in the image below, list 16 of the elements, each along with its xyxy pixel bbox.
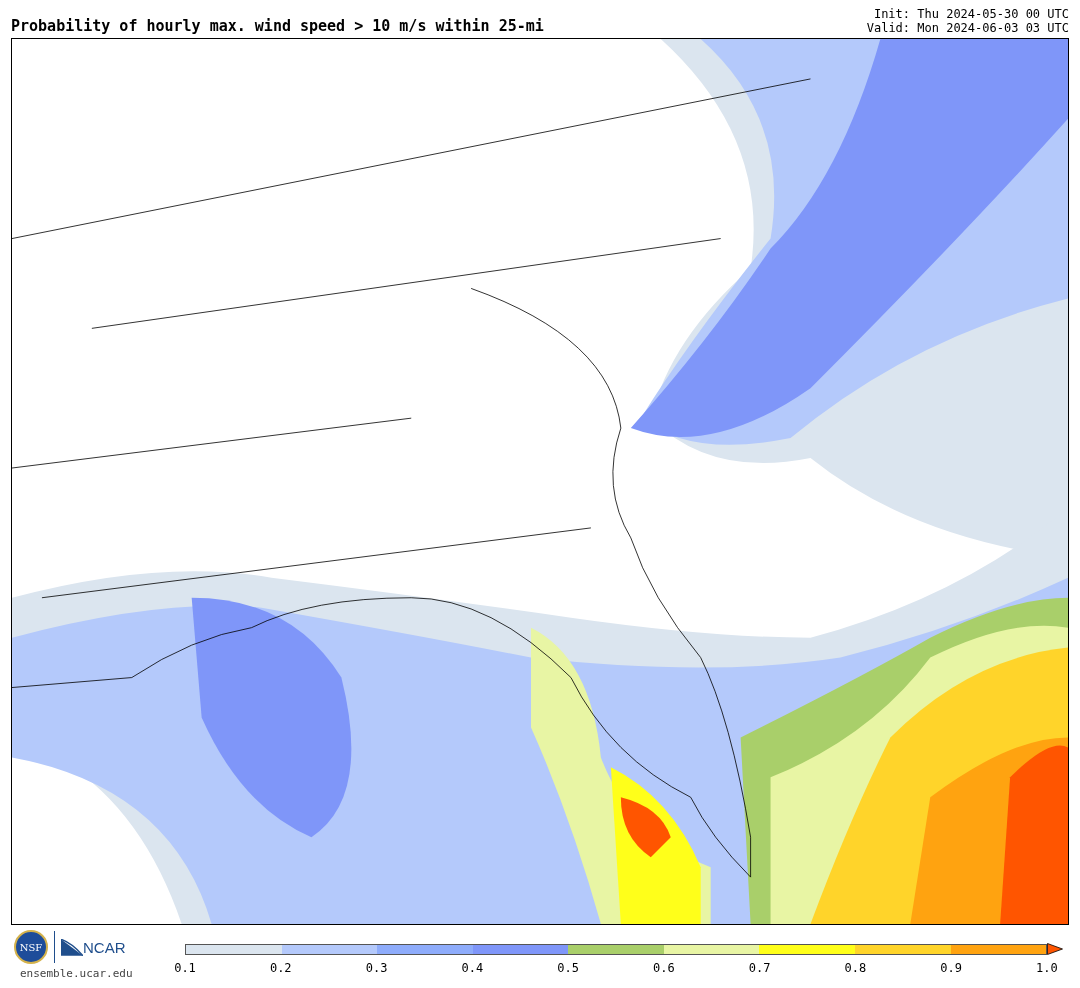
tick-label: 0.2: [268, 961, 293, 975]
tick-label: 0.1: [173, 961, 197, 975]
valid-time: Valid: Mon 2024-06-03 03 UTC: [866, 21, 1069, 35]
ncar-logo: NCAR: [61, 938, 126, 956]
tick-label: 0.8: [843, 961, 868, 975]
init-time: Init: Thu 2024-05-30 00 UTC: [872, 7, 1069, 21]
tick-label: 0.7: [747, 961, 772, 975]
nsf-logo: NSF: [14, 930, 48, 964]
website-url: ensemble.ucar.edu: [20, 967, 134, 980]
tick-label: 0.9: [939, 961, 963, 975]
tick-label: 0.3: [364, 961, 389, 975]
tick-label: 0.4: [460, 961, 485, 975]
tick-label: 0.5: [556, 961, 580, 975]
tick-label: 1.0: [1035, 961, 1059, 975]
tick-label: 0.6: [652, 961, 676, 975]
chart-title: Probability of hourly max. wind speed > 10 m/s within 25-mi: [11, 17, 544, 35]
